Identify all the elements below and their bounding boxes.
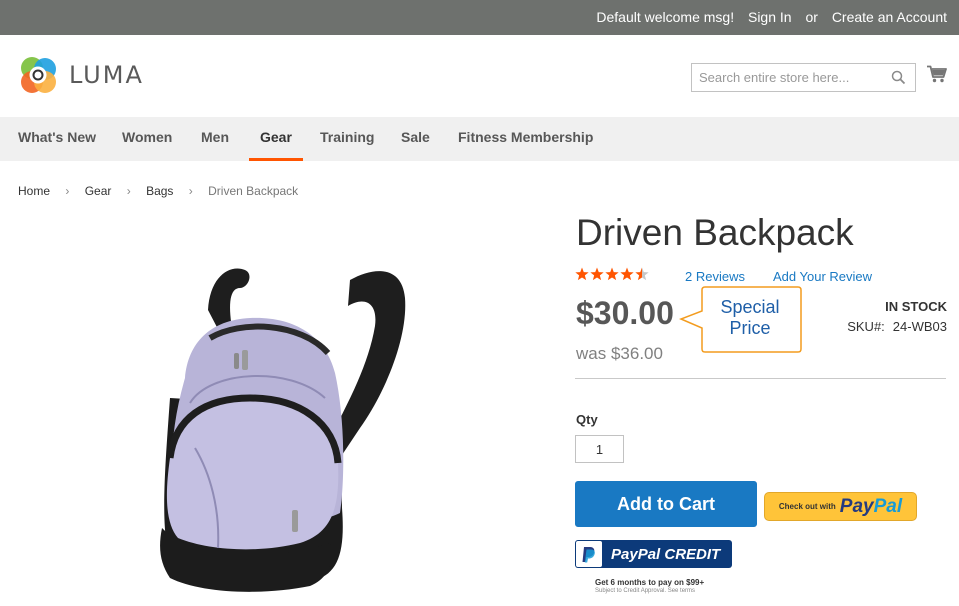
rating-star bbox=[635, 267, 649, 281]
breadcrumb: Home › Gear › Bags › Driven Backpack bbox=[18, 184, 298, 198]
sku-value: 24-WB03 bbox=[892, 319, 947, 334]
paypal-credit-note: Get 6 months to pay on $99+ bbox=[595, 578, 705, 587]
paypal-credit-button[interactable]: PayPal CREDIT bbox=[575, 540, 732, 568]
reviews-link[interactable]: 2 Reviews bbox=[685, 269, 745, 284]
rating-star bbox=[620, 267, 634, 281]
divider bbox=[575, 378, 946, 379]
callout-line-1: Special bbox=[720, 297, 780, 317]
breadcrumb-bags[interactable]: Bags bbox=[146, 184, 173, 198]
paypal-pal-text: Pal bbox=[873, 495, 903, 517]
nav-item-men[interactable]: Men bbox=[201, 117, 229, 161]
sku: SKU#: 24-WB03 bbox=[847, 319, 947, 334]
nav-item-sale[interactable]: Sale bbox=[401, 117, 430, 161]
nav-item-fitness-membership[interactable]: Fitness Membership bbox=[458, 117, 593, 161]
callout-line-2: Price bbox=[729, 318, 771, 338]
product-title: Driven Backpack bbox=[576, 212, 854, 253]
sku-label: SKU#: bbox=[847, 319, 885, 334]
paypal-pay-text: Pay bbox=[839, 495, 874, 517]
special-price: $30.00 bbox=[576, 295, 674, 331]
rating-stars bbox=[575, 267, 655, 282]
search-box bbox=[691, 63, 916, 92]
stock-status: IN STOCK bbox=[885, 299, 947, 314]
logo[interactable]: LUMA bbox=[18, 55, 144, 95]
paypal-checkout-button[interactable]: Check out with Pay Pal bbox=[764, 492, 917, 521]
nav-item-women[interactable]: Women bbox=[122, 117, 172, 161]
chevron-right-icon: › bbox=[126, 184, 131, 198]
create-account-link[interactable]: Create an Account bbox=[832, 9, 947, 25]
rating-star bbox=[590, 267, 604, 281]
old-price: was $36.00 bbox=[576, 344, 663, 363]
main-nav: What's New Women Men Gear Training Sale … bbox=[0, 117, 959, 161]
qty-input[interactable] bbox=[575, 435, 624, 463]
cart-icon[interactable] bbox=[927, 65, 947, 88]
breadcrumb-home[interactable]: Home bbox=[18, 184, 50, 198]
add-review-link[interactable]: Add Your Review bbox=[773, 269, 872, 284]
nav-item-whats-new[interactable]: What's New bbox=[18, 117, 96, 161]
rating-star bbox=[605, 267, 619, 281]
paypal-checkout-text: Check out with bbox=[778, 502, 836, 511]
search-input[interactable] bbox=[692, 64, 882, 91]
luma-logo-icon bbox=[21, 57, 56, 93]
header: LUMA bbox=[0, 35, 959, 117]
top-bar: Default welcome msg! Sign In or Create a… bbox=[0, 0, 959, 35]
or-text: or bbox=[805, 9, 818, 25]
logo-text: LUMA bbox=[69, 61, 144, 89]
chevron-right-icon: › bbox=[188, 184, 193, 198]
nav-item-gear[interactable]: Gear bbox=[249, 117, 303, 161]
paypal-credit-subtext: Subject to Credit Approval. See terms bbox=[595, 588, 696, 594]
rating-star bbox=[575, 267, 589, 281]
backpack-image[interactable] bbox=[150, 258, 420, 598]
search-icon[interactable] bbox=[891, 70, 906, 90]
sign-in-link[interactable]: Sign In bbox=[748, 9, 792, 25]
qty-label: Qty bbox=[576, 412, 598, 427]
nav-item-training[interactable]: Training bbox=[320, 117, 374, 161]
chevron-right-icon: › bbox=[65, 184, 70, 198]
welcome-message: Default welcome msg! bbox=[596, 9, 735, 25]
breadcrumb-gear[interactable]: Gear bbox=[85, 184, 112, 198]
paypal-credit-label: PayPal CREDIT bbox=[611, 545, 721, 563]
paypal-p-icon bbox=[576, 541, 602, 567]
add-to-cart-button[interactable]: Add to Cart bbox=[575, 481, 757, 527]
header-links: Default welcome msg! Sign In or Create a… bbox=[586, 9, 947, 25]
breadcrumb-current: Driven Backpack bbox=[208, 184, 299, 198]
callout-text: Special Price bbox=[699, 297, 801, 339]
